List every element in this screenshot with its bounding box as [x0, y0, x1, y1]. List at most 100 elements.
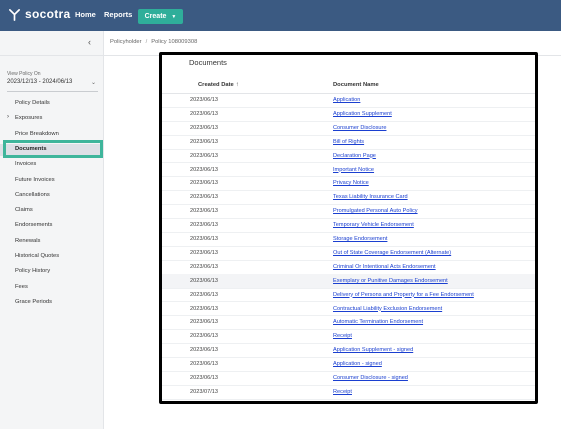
view-policy-select[interactable]: 2023/12/13 - 2024/06/13 ⌄ — [7, 79, 98, 92]
document-link[interactable]: Temporary Vehicle Endorsement — [333, 222, 414, 228]
create-button-label: Create — [144, 13, 167, 20]
document-link[interactable]: Application — [333, 97, 360, 103]
created-date-cell: 2023/06/13 — [190, 333, 218, 340]
column-header-label: Created Date — [198, 82, 234, 88]
created-date-cell: 2023/06/13 — [190, 361, 218, 368]
sidebar-item-label: Policy History — [15, 268, 51, 275]
sidebar-item-renewals[interactable]: Renewals — [0, 236, 103, 248]
created-date-cell: 2023/06/13 — [190, 208, 218, 215]
sidebar-item-policy-details[interactable]: Policy Details — [0, 98, 103, 110]
sidebar-item-label: Future Invoices — [15, 176, 55, 183]
documents-panel: Documents Created Date ↑ Document Name 20… — [159, 52, 538, 404]
table-row: 2023/06/13 Receipt — [162, 329, 535, 345]
created-date-cell: 2023/06/13 — [190, 263, 218, 270]
nav-home-link[interactable]: Home — [75, 10, 96, 19]
sidebar-item-future-invoices[interactable]: Future Invoices — [0, 175, 103, 187]
document-link[interactable]: Application Supplement — [333, 111, 392, 117]
table-row: 2023/07/13 Receipt — [162, 385, 535, 400]
document-link[interactable]: Texas Liability Insurance Card — [333, 194, 408, 200]
table-row: 2023/06/13 Exemplary or Punitive Damages … — [162, 273, 535, 289]
document-link[interactable]: Consumer Disclosure - signed — [333, 375, 408, 381]
column-header-document-name[interactable]: Document Name — [333, 82, 379, 88]
nav-reports-link[interactable]: Reports — [104, 10, 132, 19]
breadcrumb: Policyholder / Policy 108009308 — [110, 39, 197, 45]
created-date-cell: 2023/06/13 — [190, 249, 218, 256]
created-date-cell: 2023/06/13 — [190, 124, 218, 131]
created-date-cell: 2023/06/13 — [190, 277, 218, 284]
table-row: 2023/06/13 Automatic Termination Endorsem… — [162, 315, 535, 331]
sidebar-item-claims[interactable]: Claims — [0, 205, 103, 217]
table-row: 2023/06/13 Storage Endorsement — [162, 232, 535, 247]
sidebar-item-label: Historical Quotes — [15, 253, 60, 259]
document-link[interactable]: Important Notice — [333, 167, 374, 173]
sidebar-item-invoices[interactable]: Invoices — [0, 159, 103, 171]
breadcrumb-separator: / — [145, 39, 148, 45]
logo-icon — [9, 8, 20, 21]
document-link[interactable]: Application - signed — [333, 361, 382, 367]
document-link[interactable]: Contractual Liability Exclusion Endorsem… — [333, 306, 442, 312]
view-policy-value: 2023/12/13 - 2024/06/13 — [7, 79, 73, 85]
document-link[interactable]: Receipt — [333, 333, 352, 339]
logo-text: socotra — [25, 7, 71, 21]
document-link[interactable]: Criminal Or Intentional Acts Endorsement — [333, 264, 436, 270]
sidebar-item-label: Fees — [15, 283, 28, 290]
table-row: 2023/06/13 Application Supplement — [162, 107, 535, 122]
created-date-cell: 2023/06/13 — [190, 347, 218, 354]
app-logo[interactable]: socotra — [8, 7, 70, 21]
created-date-cell: 2023/06/13 — [190, 291, 218, 298]
document-link[interactable]: Delivery of Persons and Property for a F… — [333, 292, 474, 298]
created-date-cell: 2023/06/13 — [190, 319, 218, 326]
document-link[interactable]: Out of State Coverage Endorsement (Alter… — [333, 250, 451, 256]
sidebar-item-grace-periods[interactable]: Grace Periods — [0, 297, 103, 309]
created-date-cell: 2023/06/13 — [190, 222, 218, 229]
table-header: Created Date ↑ Document Name — [162, 75, 535, 94]
table-row: 2023/06/13 Important Notice — [162, 163, 535, 178]
sidebar-item-label: Renewals — [15, 237, 41, 244]
table-row: 2023/06/13 Out of State Coverage Endorsem… — [162, 246, 535, 261]
sidebar-item-label: Claims — [15, 207, 33, 214]
chevron-down-icon: ▼ — [171, 13, 177, 20]
breadcrumb-policy: Policy 108009308 — [151, 39, 198, 45]
divider — [0, 55, 103, 56]
table-row: 2023/06/13 Declaration Page — [162, 149, 535, 164]
table-row: 2023/06/13 Texas Liability Insurance Card — [162, 190, 535, 206]
created-date-cell: 2023/06/13 — [190, 180, 218, 187]
table-row: 2023/06/13 Bill of Rights — [162, 135, 535, 150]
sidebar-item-fees[interactable]: Fees — [0, 282, 103, 294]
created-date-cell: 2023/07/13 — [190, 388, 218, 395]
document-link[interactable]: Receipt — [333, 389, 352, 395]
document-link[interactable]: Declaration Page — [333, 153, 376, 159]
create-button[interactable]: Create ▼ — [138, 9, 183, 24]
table-row: 2023/06/13 Privacy Notice — [162, 176, 535, 192]
created-date-cell: 2023/06/13 — [190, 194, 218, 201]
created-date-cell: 2023/06/13 — [190, 138, 218, 145]
document-link[interactable]: Bill of Rights — [333, 139, 364, 145]
collapse-sidebar-icon[interactable]: ‹ — [88, 37, 91, 47]
document-link[interactable]: Consumer Disclosure — [333, 125, 386, 131]
column-header-created-date[interactable]: Created Date ↑ — [198, 82, 239, 88]
created-date-cell: 2023/06/13 — [190, 166, 218, 173]
sidebar-item-exposures[interactable]: › Exposures — [0, 113, 103, 125]
sidebar-item-label: Price Breakdown — [15, 130, 59, 137]
documents-highlight-box — [3, 140, 103, 158]
table-row: 2023/06/13 Consumer Disclosure — [162, 121, 535, 136]
sidebar-item-endorsements[interactable]: Endorsements — [0, 220, 103, 232]
sidebar-item-cancellations[interactable]: Cancellations — [0, 190, 103, 202]
document-link[interactable]: Promulgated Personal Auto Policy — [333, 208, 418, 214]
document-link[interactable]: Application Supplement - signed — [333, 347, 413, 353]
sidebar-item-label: Policy Details — [15, 100, 50, 106]
breadcrumb-policyholder[interactable]: Policyholder — [110, 39, 142, 45]
chevron-right-icon: › — [7, 114, 9, 121]
document-link[interactable]: Automatic Termination Endorsement — [333, 319, 423, 325]
sidebar-item-historical-quotes[interactable]: Historical Quotes — [0, 251, 103, 263]
created-date-cell: 2023/06/13 — [190, 236, 218, 242]
sidebar-item-label: Endorsements — [15, 222, 53, 229]
created-date-cell: 2023/06/13 — [190, 305, 218, 312]
document-link[interactable]: Privacy Notice — [333, 180, 369, 186]
sidebar-item-policy-history[interactable]: Policy History — [0, 266, 103, 278]
table-row: 2023/06/13 Application — [162, 93, 535, 108]
document-link[interactable]: Exemplary or Punitive Damages Endorsemen… — [333, 278, 448, 284]
document-link[interactable]: Storage Endorsement — [333, 236, 387, 242]
sidebar-item-price-breakdown[interactable]: Price Breakdown — [0, 129, 103, 141]
sidebar-item-label: Grace Periods — [15, 298, 53, 305]
